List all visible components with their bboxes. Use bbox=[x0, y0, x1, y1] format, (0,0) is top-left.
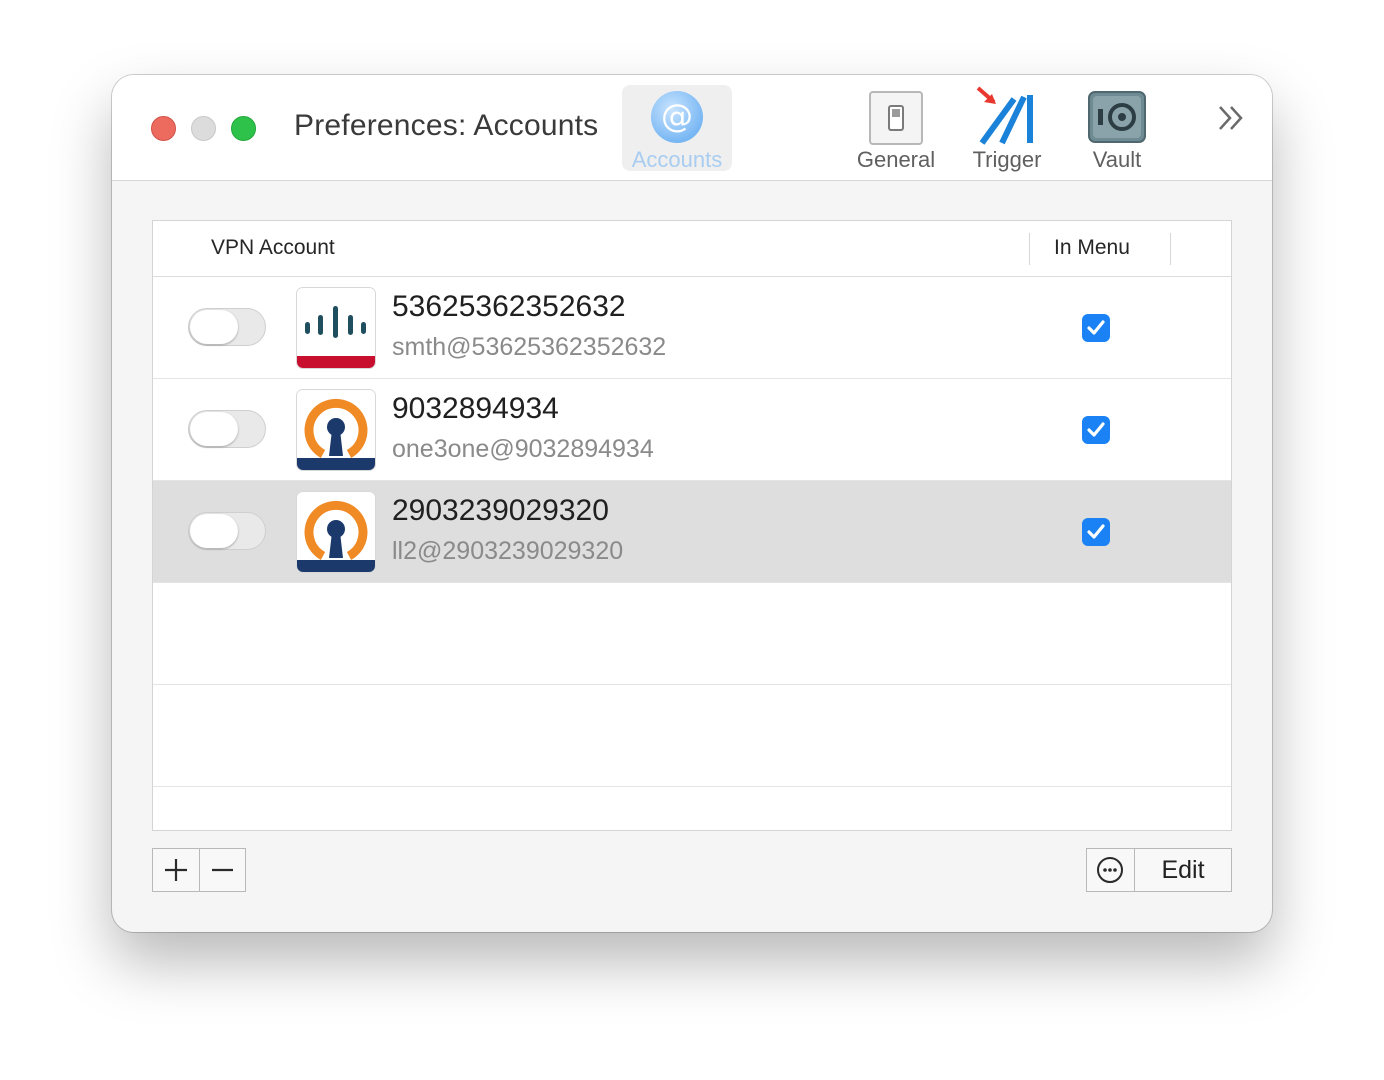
vpn-accounts-table[interactable]: VPN Account In Menu 53625362352632 smth@… bbox=[152, 220, 1232, 831]
in-menu-checkbox[interactable] bbox=[1082, 518, 1110, 546]
toggle-knob bbox=[190, 310, 238, 344]
toggle-knob bbox=[190, 412, 238, 446]
empty-table-row bbox=[153, 583, 1231, 685]
zoom-window-button[interactable] bbox=[231, 116, 256, 141]
add-account-button[interactable] bbox=[152, 848, 199, 892]
checkmark-icon bbox=[1087, 524, 1105, 539]
at-sign-icon: @ bbox=[651, 91, 703, 143]
toolbar-tab-accounts-label: Accounts bbox=[631, 147, 723, 172]
ellipsis-circle-icon bbox=[1097, 857, 1123, 883]
light-switch-icon bbox=[869, 91, 923, 145]
account-name: 2903239029320 bbox=[392, 494, 609, 527]
column-divider bbox=[1029, 233, 1030, 265]
checkmark-icon bbox=[1087, 320, 1105, 335]
column-divider bbox=[1170, 233, 1171, 265]
account-enable-toggle[interactable] bbox=[188, 308, 266, 346]
window-title: Preferences: Accounts bbox=[294, 109, 599, 142]
toolbar-tab-trigger-label: Trigger bbox=[972, 147, 1042, 172]
close-window-button[interactable] bbox=[151, 116, 176, 141]
openvpn-icon bbox=[297, 492, 375, 572]
table-header: VPN Account In Menu bbox=[153, 221, 1231, 277]
cisco-vpn-icon bbox=[297, 288, 375, 368]
vault-icon bbox=[1088, 91, 1146, 143]
plus-icon bbox=[165, 859, 187, 881]
account-enable-toggle[interactable] bbox=[188, 410, 266, 448]
account-detail: ll2@2903239029320 bbox=[392, 537, 624, 565]
table-row-selected[interactable]: 2903239029320 ll2@2903239029320 bbox=[153, 481, 1231, 583]
toolbar: Preferences: Accounts @ Accounts General… bbox=[112, 75, 1272, 181]
checkmark-icon bbox=[1087, 422, 1105, 437]
minus-icon bbox=[212, 868, 233, 872]
preferences-window: Preferences: Accounts @ Accounts General… bbox=[112, 75, 1272, 932]
table-row[interactable]: 9032894934 one3one@9032894934 bbox=[153, 379, 1231, 481]
toggle-knob bbox=[190, 514, 238, 548]
column-header-in-menu[interactable]: In Menu bbox=[1054, 236, 1130, 260]
toolbar-tab-general-label: General bbox=[856, 147, 936, 172]
toolbar-tab-accounts[interactable]: @ Accounts bbox=[622, 85, 732, 172]
account-detail: one3one@9032894934 bbox=[392, 435, 654, 463]
account-enable-toggle[interactable] bbox=[188, 512, 266, 550]
account-name: 53625362352632 bbox=[392, 290, 626, 323]
account-detail: smth@53625362352632 bbox=[392, 333, 667, 361]
minimize-window-button[interactable] bbox=[191, 116, 216, 141]
in-menu-checkbox[interactable] bbox=[1082, 416, 1110, 444]
edit-button[interactable]: Edit bbox=[1134, 848, 1232, 892]
empty-table-row bbox=[153, 685, 1231, 787]
chevron-double-right-icon[interactable] bbox=[1214, 101, 1248, 135]
table-row[interactable]: 53625362352632 smth@53625362352632 bbox=[153, 277, 1231, 379]
toolbar-tab-vault-label: Vault bbox=[1092, 147, 1142, 172]
in-menu-checkbox[interactable] bbox=[1082, 314, 1110, 342]
openvpn-icon bbox=[297, 390, 375, 470]
account-name: 9032894934 bbox=[392, 392, 559, 425]
svg-text:@: @ bbox=[661, 97, 693, 135]
remove-account-button[interactable] bbox=[199, 848, 246, 892]
more-options-button[interactable] bbox=[1086, 848, 1134, 892]
column-header-vpn-account[interactable]: VPN Account bbox=[211, 236, 335, 260]
trigger-icon bbox=[976, 86, 1033, 145]
